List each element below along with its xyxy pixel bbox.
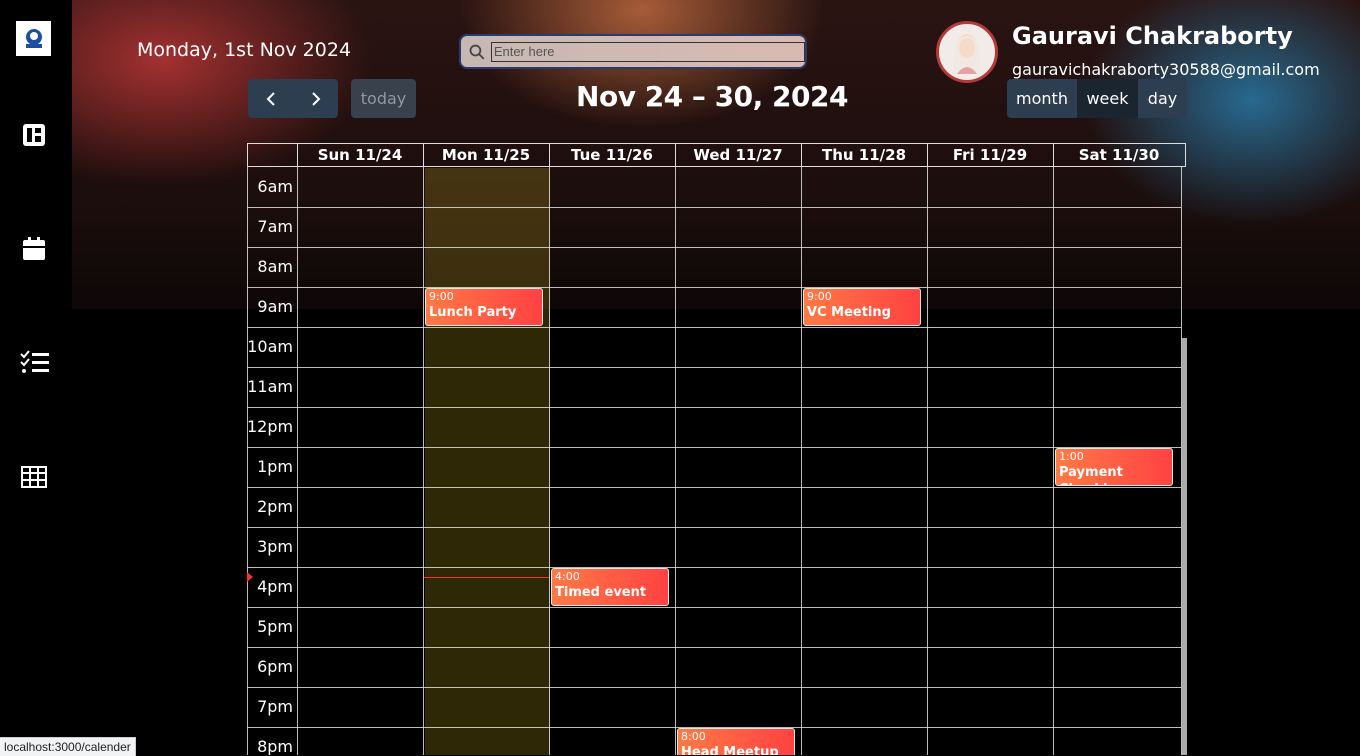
- grid-line: [549, 167, 550, 755]
- calendar-event[interactable]: 1:00 Payment Checking: [1055, 448, 1173, 486]
- grid-line: [247, 447, 1181, 448]
- browser-status-url: localhost:3000/calender: [0, 737, 136, 756]
- event-time: 4:00: [555, 570, 580, 583]
- day-header[interactable]: Tue 11/26: [549, 143, 676, 167]
- grid-line: [247, 647, 1181, 648]
- search-input[interactable]: [490, 41, 805, 62]
- time-slot-label: 5pm: [257, 617, 293, 636]
- search-icon: [469, 44, 485, 60]
- grid-line: [247, 367, 1181, 368]
- day-header[interactable]: Wed 11/27: [675, 143, 802, 167]
- current-date: Monday, 1st Nov 2024: [137, 39, 352, 61]
- user-email: gauravichakraborty30588@gmail.com: [1012, 60, 1320, 79]
- calendar-event[interactable]: 9:00 VC Meeting: [803, 288, 921, 326]
- grid-line: [927, 167, 928, 755]
- today-highlight: [425, 168, 550, 755]
- time-slot-label: 10am: [247, 337, 293, 356]
- time-axis-header: [247, 143, 298, 167]
- grid-line: [297, 167, 298, 755]
- avatar[interactable]: [936, 21, 998, 83]
- chevron-left-icon: [266, 91, 275, 106]
- calendar-event[interactable]: 4:00 Timed event: [551, 568, 669, 606]
- week-view-button[interactable]: week: [1077, 79, 1138, 118]
- grid-line: [247, 567, 1181, 568]
- grid-line: [801, 167, 802, 755]
- table-grid-icon[interactable]: [20, 463, 48, 491]
- time-slot-label: 11am: [247, 377, 293, 396]
- week-calendar: Sun 11/24 Mon 11/25 Tue 11/26 Wed 11/27 …: [247, 143, 1187, 755]
- task-list-icon[interactable]: [20, 349, 49, 377]
- event-time: 8:00: [681, 730, 706, 743]
- grid-line: [1053, 167, 1054, 755]
- prev-button[interactable]: [248, 79, 293, 118]
- time-slot-label: 9am: [257, 297, 293, 316]
- event-title: Head Meetup: [681, 745, 779, 755]
- event-title: Payment Checking: [1059, 465, 1126, 485]
- event-time: 9:00: [807, 290, 832, 303]
- time-slot-label: 4pm: [257, 577, 293, 596]
- grid-line: [247, 607, 1181, 608]
- search-bar: [459, 34, 807, 69]
- calendar-scrollbar[interactable]: [1182, 338, 1187, 755]
- time-slot-label: 7pm: [257, 697, 293, 716]
- user-name: Gauravi Chakraborty: [1012, 22, 1293, 50]
- time-slot-label: 6pm: [257, 657, 293, 676]
- time-slot-label: 2pm: [257, 497, 293, 516]
- today-button[interactable]: today: [351, 79, 416, 118]
- calendar-title: Nov 24 – 30, 2024: [576, 80, 848, 113]
- dashboard-icon[interactable]: [20, 121, 48, 149]
- grid-line: [247, 287, 1181, 288]
- day-header[interactable]: Sat 11/30: [1053, 143, 1186, 167]
- grid-line: [247, 527, 1181, 528]
- calendar-event[interactable]: 9:00 Lunch Party: [425, 288, 543, 326]
- view-switcher: month week day: [1007, 79, 1187, 118]
- nav-button-group: [248, 79, 338, 118]
- grid-line: [247, 247, 1181, 248]
- grid-line: [247, 487, 1181, 488]
- calendar-event[interactable]: 8:00 Head Meetup: [677, 728, 795, 755]
- time-slot-label: 3pm: [257, 537, 293, 556]
- grid-line: [247, 207, 1181, 208]
- event-title: VC Meeting: [807, 305, 891, 320]
- grid-line: [247, 407, 1181, 408]
- sidebar: [0, 0, 72, 755]
- event-time: 1:00: [1059, 450, 1084, 463]
- event-title: Lunch Party: [429, 305, 517, 320]
- calendar-icon[interactable]: [20, 235, 48, 263]
- day-header[interactable]: Sun 11/24: [297, 143, 424, 167]
- grid-line: [247, 327, 1181, 328]
- day-header[interactable]: Fri 11/29: [927, 143, 1054, 167]
- now-indicator-line: [424, 577, 549, 578]
- time-slot-label: 8am: [257, 257, 293, 276]
- next-button[interactable]: [293, 79, 338, 118]
- grid-line: [675, 167, 676, 755]
- time-slot-label: 8pm: [257, 737, 293, 755]
- day-header[interactable]: Thu 11/28: [801, 143, 928, 167]
- month-view-button[interactable]: month: [1007, 79, 1077, 118]
- time-slot-label: 1pm: [257, 457, 293, 476]
- day-header[interactable]: Mon 11/25: [423, 143, 550, 167]
- grid-line: [423, 167, 424, 755]
- event-title: Timed event: [555, 585, 647, 600]
- time-slot-label: 6am: [257, 177, 293, 196]
- time-slot-label: 7am: [257, 217, 293, 236]
- day-view-button[interactable]: day: [1138, 79, 1187, 118]
- now-indicator-arrow: [247, 572, 253, 582]
- app-logo[interactable]: [16, 21, 51, 56]
- time-slot-label: 12pm: [247, 417, 294, 436]
- grid-line: [247, 687, 1181, 688]
- event-time: 9:00: [429, 290, 454, 303]
- chevron-right-icon: [311, 91, 320, 106]
